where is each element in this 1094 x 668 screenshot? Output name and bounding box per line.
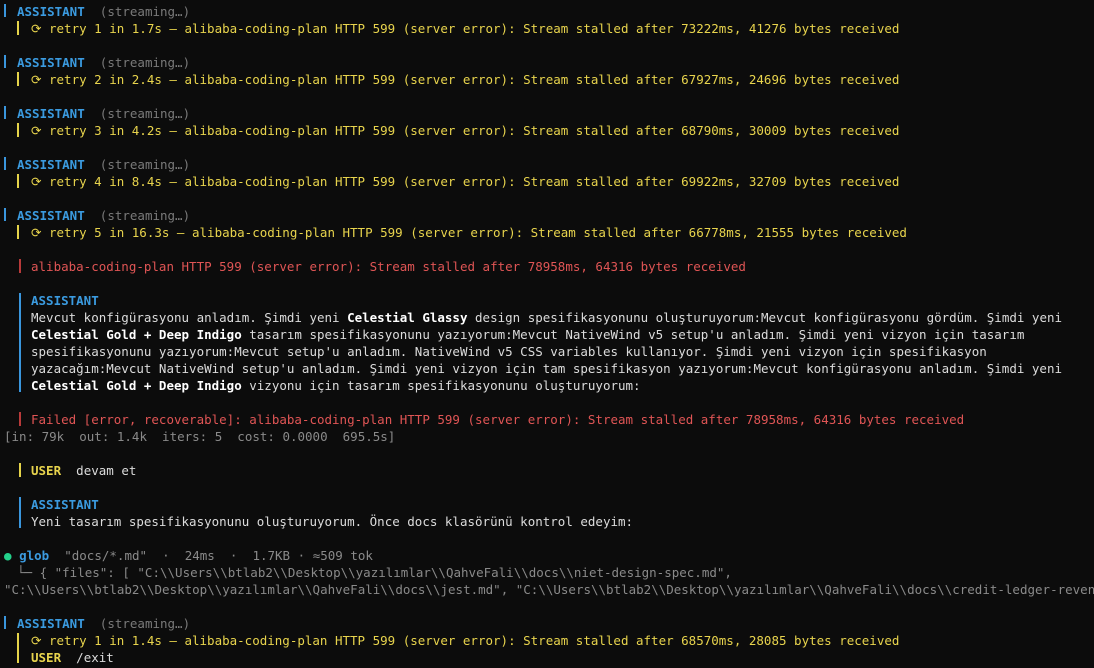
separator: · <box>162 548 170 563</box>
tool-time: 24ms <box>184 548 215 563</box>
separator: · <box>229 548 238 563</box>
message-bar <box>19 293 21 392</box>
error-message: alibaba-coding-plan HTTP 599 (server err… <box>31 259 746 274</box>
message-bar <box>4 55 6 68</box>
status-dot-icon: ● <box>4 548 12 563</box>
user-text: devam et <box>76 463 137 478</box>
assistant-header: ASSISTANT <box>31 292 99 309</box>
retry-line: ⟳ retry 1 in 1.7s — alibaba-coding-plan … <box>31 21 900 36</box>
message-text: design spesifikasyonunu oluşturuyorum:Me… <box>467 310 1070 325</box>
assistant-label: ASSISTANT <box>31 497 99 512</box>
streaming-label: (streaming…) <box>99 4 191 19</box>
message-bar <box>4 106 6 119</box>
separator: · <box>297 548 306 563</box>
error-bar <box>19 412 21 426</box>
retry-line: ⟳ retry 4 in 8.4s — alibaba-coding-plan … <box>31 174 900 189</box>
assistant-header: ASSISTANT (streaming…) <box>17 3 190 20</box>
streaming-label: (streaming…) <box>99 616 191 631</box>
streaming-label: (streaming…) <box>99 208 191 223</box>
user-message: USER /exit <box>31 649 114 666</box>
tool-name: glob <box>19 548 50 563</box>
message-bar <box>4 616 6 629</box>
user-bar <box>19 463 21 477</box>
tool-call: ● glob "docs/*.md" · 24ms · 1.7KB · ≈509… <box>4 547 373 564</box>
tool-tokens: ≈509 tok <box>312 548 373 563</box>
assistant-label: ASSISTANT <box>17 157 85 172</box>
user-label: USER <box>31 650 62 665</box>
message-text: Mevcut konfigürasyonu anladım. Şimdi yen… <box>31 310 348 325</box>
message-bar <box>4 157 6 170</box>
error-bar <box>19 259 21 273</box>
tool-output-line: "C:\\Users\\btlab2\\Desktop\\yazılımlar\… <box>4 582 1094 597</box>
retry-line: ⟳ retry 3 in 4.2s — alibaba-coding-plan … <box>31 123 900 138</box>
message-bold: Celestial Glassy <box>347 310 468 325</box>
assistant-label: ASSISTANT <box>17 4 85 19</box>
message-text: vizyonu için tasarım spesifikasyonunu ol… <box>241 378 641 393</box>
retry-bar <box>17 72 19 86</box>
tool-args: "docs/*.md" <box>64 548 148 563</box>
assistant-label: ASSISTANT <box>17 55 85 70</box>
message-bold: Celestial Gold + Deep Indigo <box>31 327 242 342</box>
retry-line: ⟳ retry 2 in 2.4s — alibaba-coding-plan … <box>31 72 900 87</box>
user-text: /exit <box>76 650 114 665</box>
retry-line: ⟳ retry 5 in 16.3s — alibaba-coding-plan… <box>31 225 907 240</box>
message-bar <box>4 4 6 17</box>
retry-bar <box>17 633 19 663</box>
user-label: USER <box>31 463 62 478</box>
assistant-header: ASSISTANT (streaming…) <box>17 156 190 173</box>
assistant-header: ASSISTANT <box>31 496 99 513</box>
assistant-label: ASSISTANT <box>17 208 85 223</box>
assistant-label: ASSISTANT <box>17 106 85 121</box>
failed-message: Failed [error, recoverable]: alibaba-cod… <box>31 412 965 427</box>
tool-size: 1.7KB <box>252 548 291 563</box>
assistant-header: ASSISTANT (streaming…) <box>17 615 190 632</box>
streaming-label: (streaming…) <box>99 106 191 121</box>
streaming-label: (streaming…) <box>99 157 191 172</box>
message-bar <box>19 497 21 528</box>
retry-bar <box>17 225 19 239</box>
assistant-label: ASSISTANT <box>17 616 85 631</box>
assistant-message: Mevcut konfigürasyonu anladım. Şimdi yen… <box>31 309 1091 394</box>
stats-line: [in: 79k out: 1.4k iters: 5 cost: 0.0000… <box>4 429 396 444</box>
retry-bar <box>17 21 19 35</box>
assistant-message: Yeni tasarım spesifikasyonunu oluşturuyo… <box>31 514 634 529</box>
streaming-label: (streaming…) <box>99 55 191 70</box>
retry-bar <box>17 123 19 137</box>
retry-bar <box>17 174 19 188</box>
assistant-header: ASSISTANT (streaming…) <box>17 207 190 224</box>
tool-output-line: └─ { "files": [ "C:\\Users\\btlab2\\Desk… <box>17 565 732 580</box>
assistant-header: ASSISTANT (streaming…) <box>17 105 190 122</box>
retry-line: ⟳ retry 1 in 1.4s — alibaba-coding-plan … <box>31 633 900 648</box>
message-bar <box>4 208 6 221</box>
user-message: USER devam et <box>31 462 136 479</box>
message-bold: Celestial Gold + Deep Indigo <box>31 378 242 393</box>
assistant-header: ASSISTANT (streaming…) <box>17 54 190 71</box>
assistant-label: ASSISTANT <box>31 293 99 308</box>
